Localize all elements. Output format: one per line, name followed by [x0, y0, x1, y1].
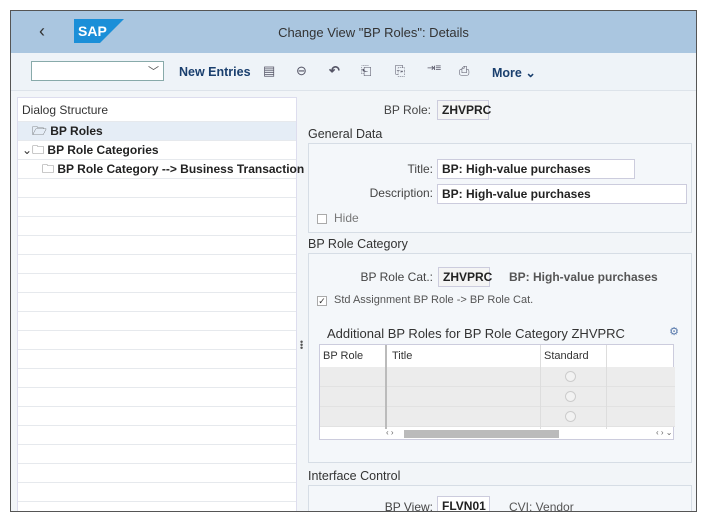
column-header-title[interactable]: Title — [392, 345, 412, 367]
undo-icon[interactable]: ↶ — [329, 63, 340, 79]
delete-icon[interactable]: ⊖ — [296, 63, 307, 79]
tree-item-bp-roles[interactable]: 🗁 BP Roles — [18, 122, 296, 141]
description-label: Description: — [369, 186, 433, 200]
bp-view-label: BP View: — [384, 500, 433, 512]
folder-open-icon: 🗁 — [32, 124, 47, 138]
bp-role-field: ZHVPRC — [437, 100, 491, 120]
general-data-box: Title: BP: High-value purchases Descript… — [308, 143, 692, 233]
additional-roles-heading: Additional BP Roles for BP Role Category… — [327, 326, 625, 341]
std-assignment-label: Std Assignment BP Role -> BP Role Cat. — [334, 294, 534, 306]
title-label: Title: — [407, 162, 433, 176]
bp-role-label: BP Role: — [383, 103, 431, 117]
copy-icon[interactable]: ▤ — [263, 63, 275, 79]
window-title: Change View "BP Roles": Details — [278, 25, 469, 40]
expand-icon[interactable]: ⌄ — [22, 143, 32, 157]
bp-role-category-heading: BP Role Category — [308, 237, 408, 251]
table-row[interactable] — [320, 387, 675, 407]
general-data-heading: General Data — [308, 127, 383, 141]
column-header-bp-role[interactable]: BP Role — [323, 345, 363, 367]
standard-radio[interactable] — [565, 371, 576, 382]
table-row[interactable] — [320, 407, 675, 427]
hide-label: Hide — [334, 211, 359, 225]
interface-control-heading: Interface Control — [308, 469, 401, 483]
standard-radio[interactable] — [565, 411, 576, 422]
bp-view-text: CVI: Vendor — [509, 500, 574, 512]
bp-view-field[interactable]: FLVN01 — [437, 496, 490, 511]
horizontal-scrollbar[interactable] — [404, 430, 559, 438]
previous-entry-icon[interactable]: ⎗ — [361, 63, 371, 79]
settings-icon[interactable]: ⚙ — [669, 327, 679, 338]
next-entry-icon[interactable]: ⎘ — [395, 63, 405, 79]
more-button[interactable]: More ⌄ — [492, 65, 536, 80]
additional-roles-table: BP Role Title Standard ‹ › ‹ › ⌄ — [319, 344, 675, 440]
sap-window: ‹ SAP Change View "BP Roles": Details ﹀ … — [10, 10, 697, 512]
command-field[interactable]: ﹀ — [31, 61, 164, 81]
scroll-arrows-icon[interactable]: ‹ › ⌄ — [656, 428, 672, 437]
bp-role-cat-text: BP: High-value purchases — [509, 270, 658, 284]
dialog-structure-panel: Dialog Structure 🗁 BP Roles ⌄🗀 BP Role C… — [17, 97, 304, 511]
tree-item-label: BP Role Category --> Business Transactio… — [57, 162, 305, 176]
tree-item-business-transaction[interactable]: 🗀 BP Role Category --> Business Transact… — [18, 160, 304, 179]
tree-item-label: BP Role Categories — [47, 143, 159, 157]
more-label: More — [492, 66, 522, 80]
tree-item-label: BP Roles — [50, 124, 103, 138]
shell-header: ‹ SAP Change View "BP Roles": Details — [11, 11, 696, 53]
toolbar: ﹀ New Entries ▤ ⊖ ↶ ⎗ ⎘ ⇥≡ ⎙ More ⌄ — [11, 53, 696, 91]
dialog-structure-title: Dialog Structure — [18, 98, 296, 122]
std-assignment-checkbox[interactable]: ✓ — [317, 296, 327, 306]
description-input[interactable]: BP: High-value purchases — [437, 184, 687, 204]
folder-icon: 🗀 — [42, 162, 55, 176]
transport-icon[interactable]: ⇥≡ — [427, 63, 441, 74]
chevron-down-icon[interactable]: ﹀ — [148, 63, 159, 79]
title-input[interactable]: BP: High-value purchases — [437, 159, 635, 179]
print-icon[interactable]: ⎙ — [459, 63, 469, 79]
details-panel: BP Role: ZHVPRC General Data Title: BP: … — [306, 91, 696, 512]
folder-icon: 🗀 — [32, 143, 45, 157]
column-header-standard[interactable]: Standard — [544, 345, 589, 367]
splitter-handle[interactable]: • • • — [300, 338, 303, 353]
bp-role-category-box: BP Role Cat.: ZHVPRC BP: High-value purc… — [308, 253, 692, 463]
bp-role-cat-field: ZHVPRC — [438, 267, 492, 287]
scroll-arrows-icon[interactable]: ‹ › — [386, 428, 394, 437]
table-row[interactable] — [320, 367, 675, 387]
standard-radio[interactable] — [565, 391, 576, 402]
interface-control-box: BP View: FLVN01 CVI: Vendor — [308, 485, 692, 512]
bp-role-cat-label: BP Role Cat.: — [360, 270, 433, 284]
new-entries-button[interactable]: New Entries — [179, 65, 251, 79]
tree-item-bp-role-categories[interactable]: ⌄🗀 BP Role Categories — [18, 141, 296, 160]
hide-checkbox[interactable] — [317, 214, 327, 224]
